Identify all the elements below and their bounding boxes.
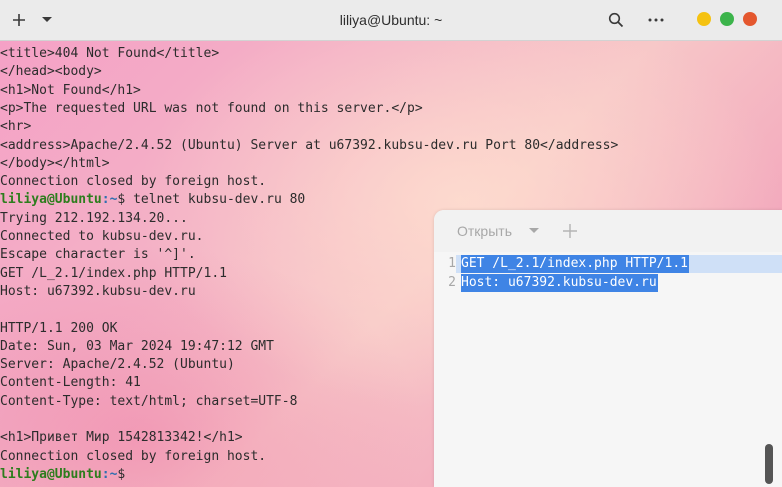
terminal-line: Escape character is '^]'.: [0, 247, 196, 263]
new-document-plus-icon[interactable]: [562, 223, 578, 239]
terminal-line: <title>404 Not Found</title>: [0, 46, 220, 61]
line-number: 2: [448, 274, 456, 290]
prompt-user: liliya@Ubuntu: [0, 466, 102, 482]
search-icon[interactable]: [604, 8, 628, 32]
vertical-scrollbar[interactable]: [765, 444, 773, 484]
terminal-line: Content-Length: 41: [0, 375, 141, 391]
terminal-line: GET /L_2.1/index.php HTTP/1.1: [0, 265, 227, 281]
terminal-line: </body></html>: [0, 155, 110, 171]
terminal-line: Content-Type: text/html; charset=UTF-8: [0, 393, 298, 409]
text-editor-window: Открыть 1 GET /L_2.1/index.php HTTP/1.1 …: [434, 210, 782, 487]
terminal-prompt-line: liliya@Ubuntu:~$ telnet kubsu-dev.ru 80: [0, 191, 305, 209]
terminal-line: <h1>Привет Мир 1542813342!</h1>: [0, 430, 243, 446]
prompt-symbol: $: [117, 466, 126, 482]
terminal-line: Host: u67392.kubsu-dev.ru: [0, 283, 196, 299]
editor-headerbar: Открыть: [434, 210, 782, 252]
prompt-command: telnet kubsu-dev.ru 80: [133, 192, 306, 208]
terminal-line: Connection closed by foreign host.: [0, 448, 267, 464]
prompt-path: :~: [101, 192, 118, 208]
close-button[interactable]: [743, 12, 757, 26]
terminal-line: </head><body>: [0, 64, 102, 80]
terminal-line: <address>Apache/2.4.52 (Ubuntu) Server a…: [0, 137, 619, 153]
open-chevron-down-icon[interactable]: [529, 228, 539, 233]
open-button[interactable]: Открыть: [457, 222, 512, 240]
terminal-line: HTTP/1.1 200 OK: [0, 320, 118, 336]
menu-dots-icon[interactable]: [644, 8, 668, 32]
terminal-line: Server: Apache/2.4.52 (Ubuntu): [0, 357, 235, 373]
terminal-line: Connected to kubsu-dev.ru.: [0, 229, 204, 244]
maximize-button[interactable]: [720, 12, 734, 26]
editor-line[interactable]: 1 GET /L_2.1/index.php HTTP/1.1: [434, 255, 782, 273]
line-number: 1: [448, 256, 456, 271]
terminal-line: <h1>Not Found</h1>: [0, 82, 141, 98]
terminal-line: Date: Sun, 03 Mar 2024 19:47:12 GMT: [0, 338, 274, 354]
terminal-line: Trying 212.192.134.20...: [0, 210, 188, 226]
minimize-button[interactable]: [697, 12, 711, 26]
prompt-symbol: $: [117, 192, 134, 208]
terminal-prompt-line: liliya@Ubuntu:~$: [0, 466, 125, 484]
terminal-line: Connection closed by foreign host.: [0, 174, 267, 190]
editor-selected-text[interactable]: GET /L_2.1/index.php HTTP/1.1: [461, 255, 689, 273]
editor-line[interactable]: 2 Host: u67392.kubsu-dev.ru: [434, 273, 782, 292]
prompt-user: liliya@Ubuntu: [0, 192, 102, 208]
terminal-titlebar: liliya@Ubuntu: ~: [0, 0, 782, 41]
terminal-line: <hr>: [0, 119, 32, 135]
editor-selected-text[interactable]: Host: u67392.kubsu-dev.ru: [461, 273, 658, 292]
prompt-path: :~: [101, 466, 118, 482]
terminal-line: <p>The requested URL was not found on th…: [0, 100, 423, 116]
